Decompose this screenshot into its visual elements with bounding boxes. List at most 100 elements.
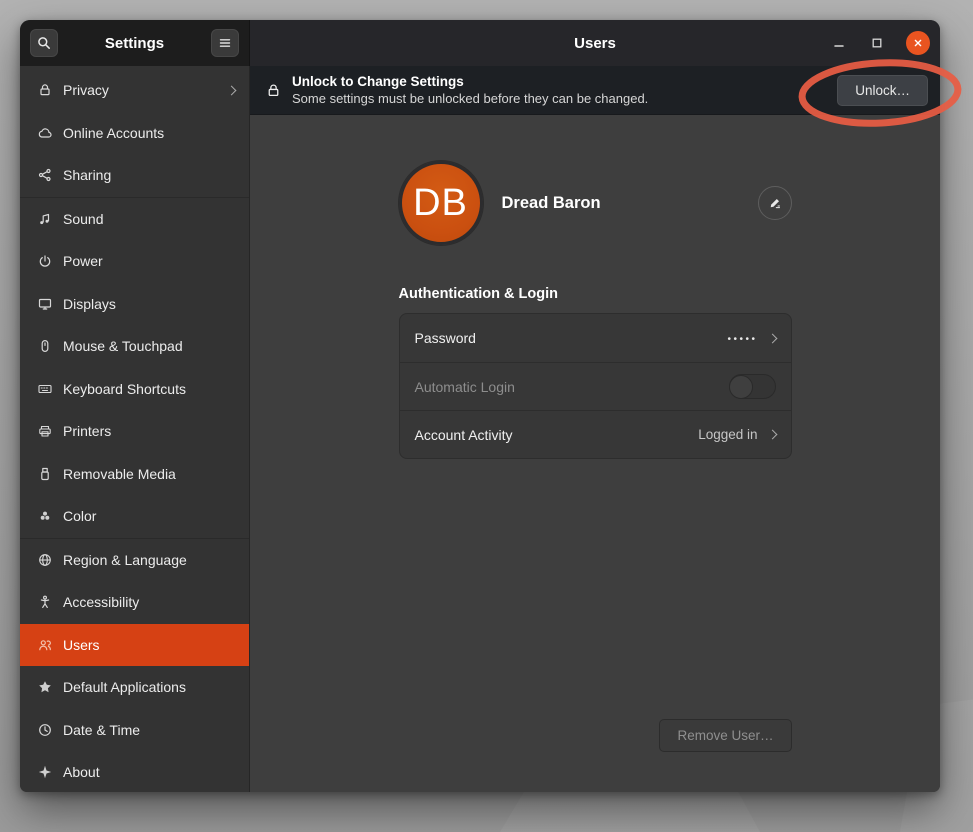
sidebar-item-users[interactable]: Users <box>20 624 249 667</box>
unlock-banner-subtitle: Some settings must be unlocked before th… <box>292 91 648 106</box>
music-note-icon <box>37 211 53 227</box>
menu-button[interactable] <box>211 29 239 57</box>
chevron-right-icon <box>767 333 777 343</box>
sidebar-item-label: Removable Media <box>63 466 176 482</box>
minimize-icon <box>831 35 847 51</box>
hamburger-icon <box>217 35 233 51</box>
lock-icon <box>265 82 282 99</box>
sidebar-title: Settings <box>58 35 211 52</box>
sidebar-item-label: Privacy <box>63 82 109 98</box>
sidebar-item-printers[interactable]: Printers <box>20 410 249 453</box>
user-name: Dread Baron <box>502 194 601 213</box>
window-controls <box>830 20 930 66</box>
settings-window: Settings Users <box>20 20 940 792</box>
password-row[interactable]: Password ••••• <box>400 314 791 362</box>
sidebar-item-mouse-touchpad[interactable]: Mouse & Touchpad <box>20 325 249 368</box>
auth-card: Password ••••• Automatic Login <box>399 313 792 459</box>
sidebar-item-label: Region & Language <box>63 552 187 568</box>
password-dots: ••••• <box>727 331 757 345</box>
minimize-button[interactable] <box>830 35 847 52</box>
sidebar-item-color[interactable]: Color <box>20 495 249 538</box>
sidebar-item-label: Printers <box>63 423 111 439</box>
users-content: DB Dread Baron Authentication & Login Pa… <box>250 115 940 792</box>
display-icon <box>37 296 53 312</box>
sidebar-item-removable-media[interactable]: Removable Media <box>20 453 249 496</box>
edit-name-button[interactable] <box>758 186 792 220</box>
sidebar-item-label: Sharing <box>63 167 111 183</box>
account-activity-right: Logged in <box>698 427 775 442</box>
unlock-button[interactable]: Unlock… <box>837 75 928 106</box>
color-circles-icon <box>37 508 53 524</box>
sidebar-item-sound[interactable]: Sound <box>20 198 249 241</box>
sidebar-item-accessibility[interactable]: Accessibility <box>20 581 249 624</box>
unlock-banner-texts: Unlock to Change Settings Some settings … <box>292 74 648 106</box>
sidebar-item-label: Sound <box>63 211 103 227</box>
sidebar-headerbar: Settings <box>20 20 250 66</box>
users-panel: Unlock to Change Settings Some settings … <box>250 66 940 792</box>
sidebar-item-label: Displays <box>63 296 116 312</box>
maximize-button[interactable] <box>868 35 885 52</box>
account-activity-row[interactable]: Account Activity Logged in <box>400 410 791 458</box>
content-headerbar: Users <box>250 20 940 66</box>
keyboard-icon <box>37 381 53 397</box>
sidebar-item-label: About <box>63 764 100 780</box>
power-icon <box>37 253 53 269</box>
sidebar-item-default-applications[interactable]: Default Applications <box>20 666 249 709</box>
automatic-login-label: Automatic Login <box>415 379 515 395</box>
sidebar-item-label: Color <box>63 508 96 524</box>
sidebar-item-region-language[interactable]: Region & Language <box>20 539 249 582</box>
sidebar-item-displays[interactable]: Displays <box>20 283 249 326</box>
password-label: Password <box>415 330 476 346</box>
pencil-icon <box>767 195 783 211</box>
automatic-login-row: Automatic Login <box>400 362 791 410</box>
sidebar-item-label: Users <box>63 637 100 653</box>
sidebar-item-label: Power <box>63 253 103 269</box>
account-activity-value: Logged in <box>698 427 757 442</box>
maximize-icon <box>869 35 885 51</box>
unlock-banner-title: Unlock to Change Settings <box>292 74 648 89</box>
accessibility-person-icon <box>37 594 53 610</box>
toggle-knob <box>729 375 753 399</box>
sidebar-item-label: Online Accounts <box>63 125 164 141</box>
share-nodes-icon <box>37 167 53 183</box>
cloud-icon <box>37 125 53 141</box>
sidebar-item-label: Date & Time <box>63 722 140 738</box>
unlock-banner: Unlock to Change Settings Some settings … <box>250 66 940 115</box>
remove-user-button[interactable]: Remove User… <box>659 719 791 752</box>
headerbar: Settings Users <box>20 20 940 66</box>
sidebar-item-power[interactable]: Power <box>20 240 249 283</box>
sidebar-item-label: Default Applications <box>63 679 186 695</box>
sidebar-item-keyboard-shortcuts[interactable]: Keyboard Shortcuts <box>20 368 249 411</box>
password-right: ••••• <box>727 331 775 345</box>
sidebar-item-online-accounts[interactable]: Online Accounts <box>20 112 249 155</box>
chevron-right-icon <box>767 430 777 440</box>
sidebar-item-date-time[interactable]: Date & Time <box>20 709 249 752</box>
avatar-initials: DB <box>413 182 468 225</box>
printer-icon <box>37 423 53 439</box>
sidebar-item-sharing[interactable]: Sharing <box>20 154 249 197</box>
sidebar-item-label: Mouse & Touchpad <box>63 338 183 354</box>
chevron-right-icon <box>227 85 237 95</box>
account-activity-label: Account Activity <box>415 427 513 443</box>
sidebar-item-label: Keyboard Shortcuts <box>63 381 186 397</box>
lock-icon <box>37 82 53 98</box>
sidebar-item-about[interactable]: About <box>20 751 249 792</box>
search-button[interactable] <box>30 29 58 57</box>
search-icon <box>36 35 52 51</box>
mouse-icon <box>37 338 53 354</box>
clock-icon <box>37 722 53 738</box>
sparkle-icon <box>37 764 53 780</box>
automatic-login-toggle[interactable] <box>729 374 776 399</box>
two-users-icon <box>37 637 53 653</box>
sidebar-item-label: Accessibility <box>63 594 139 610</box>
remove-user-row: Remove User… <box>399 719 792 752</box>
user-row: DB Dread Baron <box>399 161 792 245</box>
close-icon <box>911 36 925 50</box>
sidebar: Privacy Online Accounts Sharing Sound Po… <box>20 66 250 792</box>
avatar[interactable]: DB <box>399 161 483 245</box>
flash-drive-icon <box>37 466 53 482</box>
globe-icon <box>37 552 53 568</box>
star-icon <box>37 679 53 695</box>
sidebar-item-privacy[interactable]: Privacy <box>20 69 249 112</box>
close-button[interactable] <box>906 31 930 55</box>
